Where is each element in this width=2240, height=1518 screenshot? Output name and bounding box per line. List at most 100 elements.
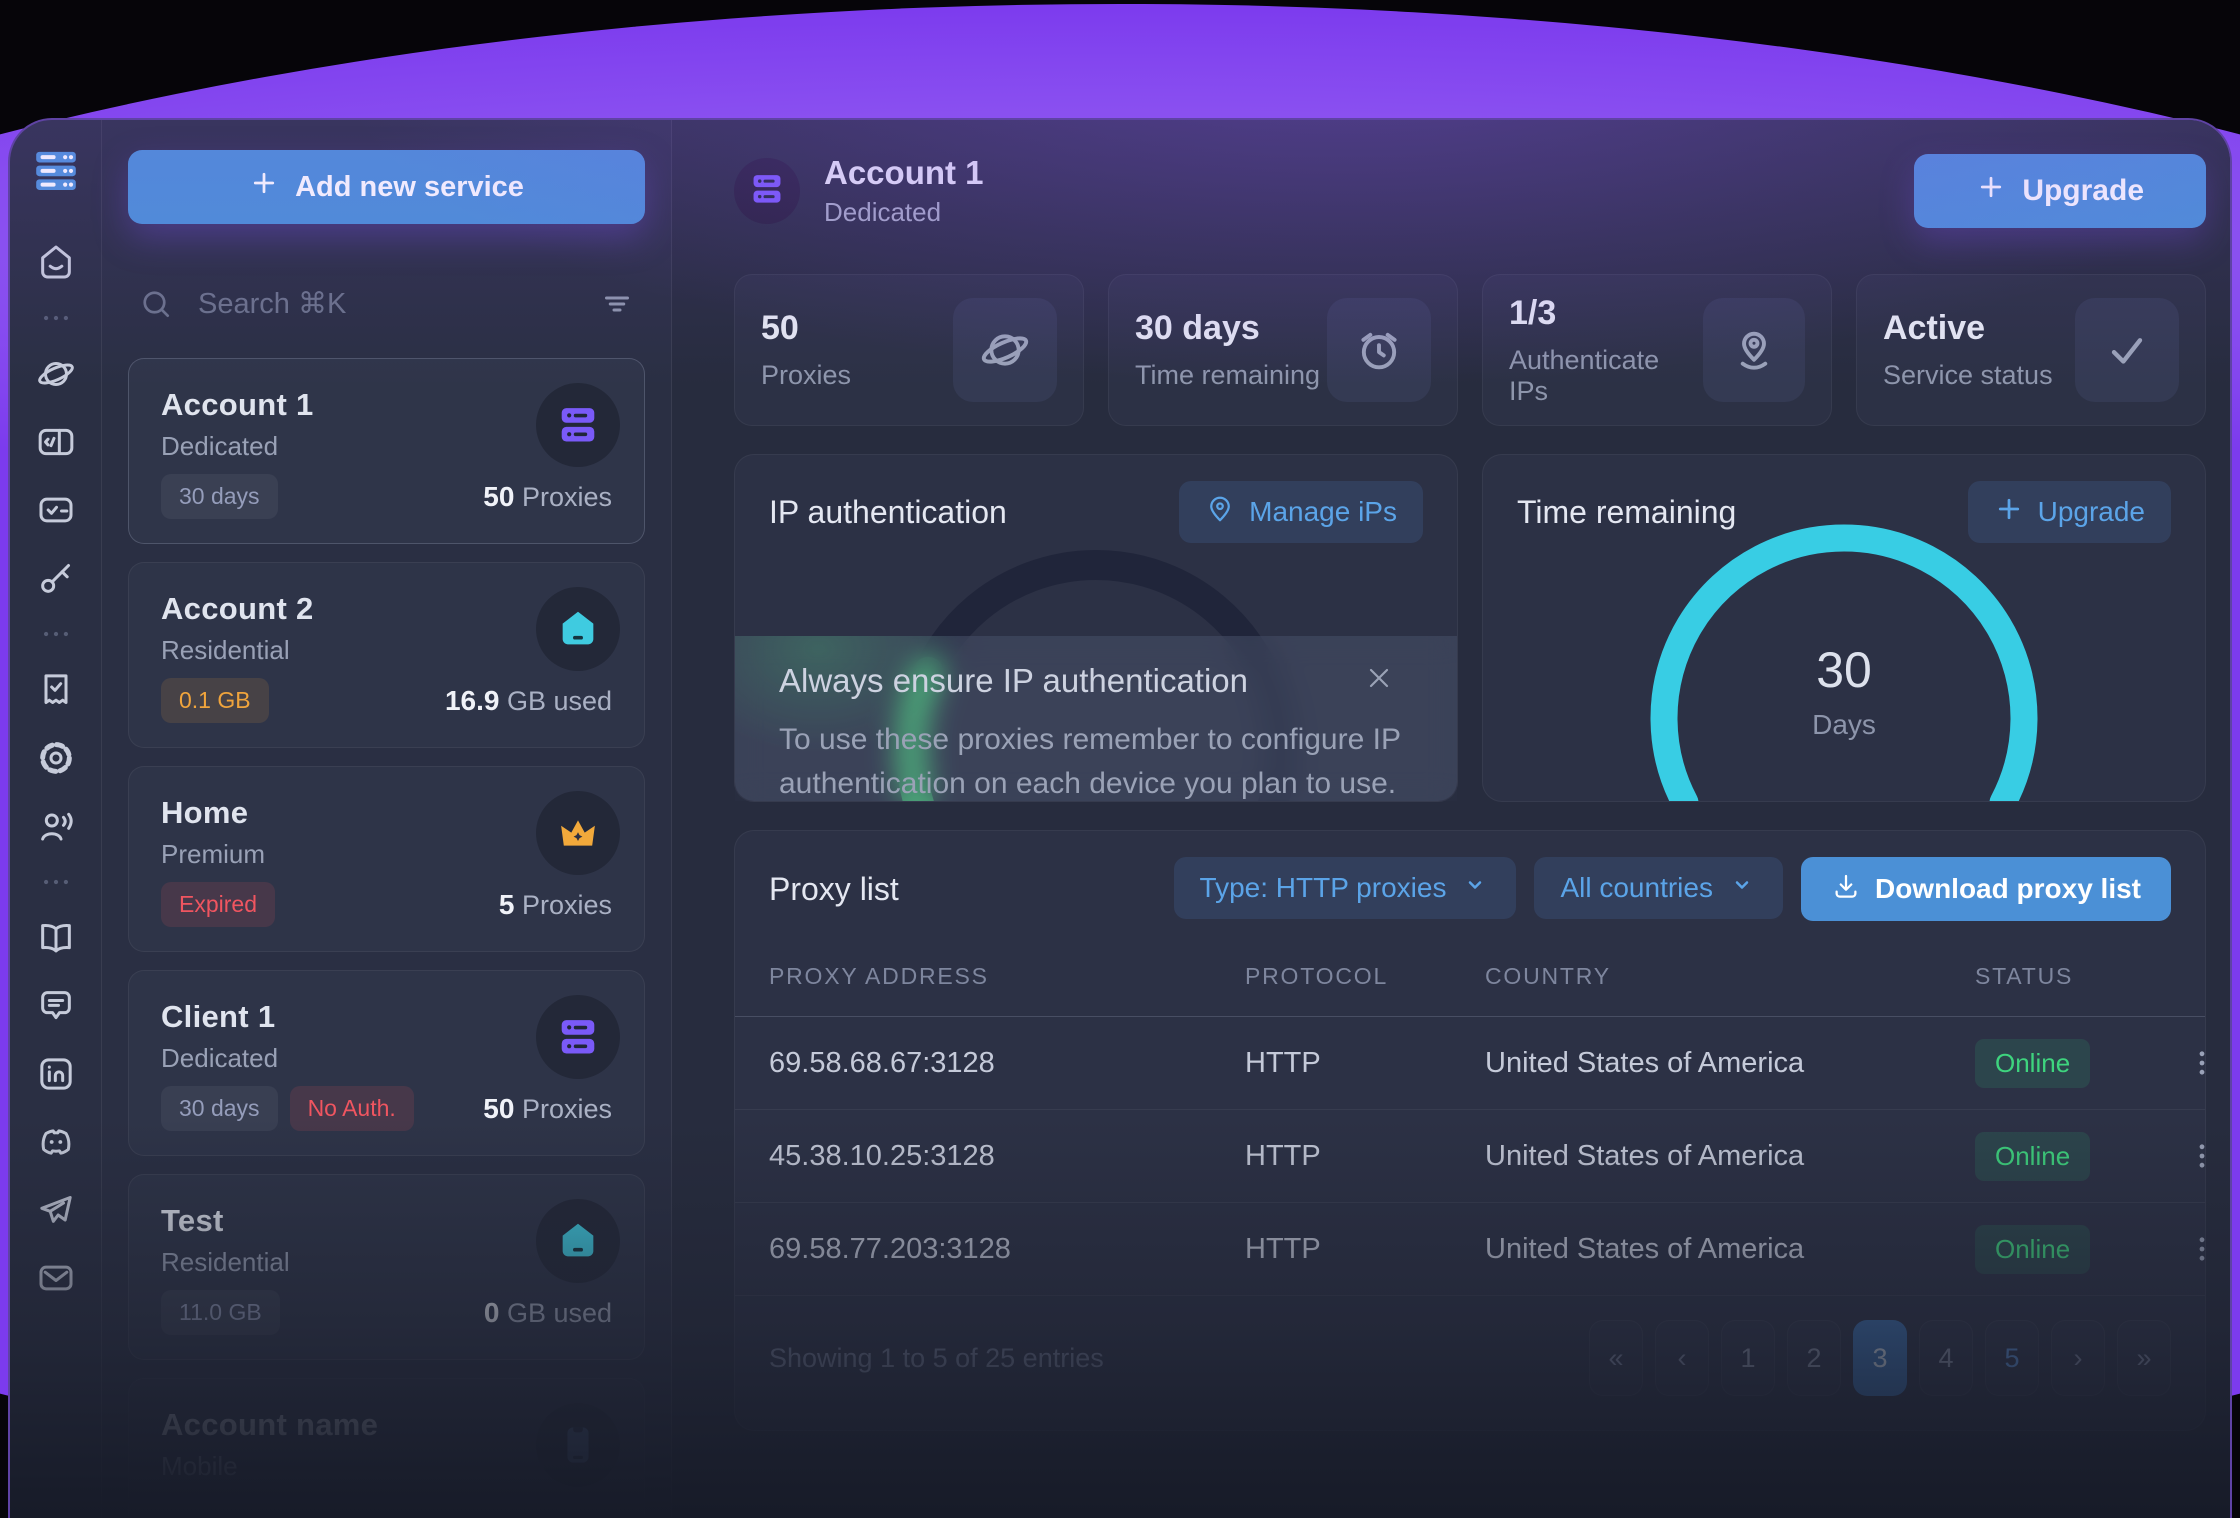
rail-item-settings-gear[interactable] — [33, 738, 79, 780]
service-badge: 0.1 GB — [161, 678, 269, 723]
planet-icon — [36, 354, 76, 397]
service-card[interactable]: Account 2 Residential 0.1 GB16.9 GB used — [128, 562, 645, 748]
pagination-nav-button[interactable]: › — [2051, 1320, 2105, 1396]
servers-purple-icon — [536, 383, 620, 467]
pagination-nav-button[interactable]: « — [1589, 1320, 1643, 1396]
pagination-page-button[interactable]: 3 — [1853, 1320, 1907, 1396]
country-filter-label: All countries — [1560, 872, 1713, 904]
pagination-nav-button[interactable]: » — [2117, 1320, 2171, 1396]
pin-wave-icon — [1703, 298, 1805, 402]
stat-card-service-status: Active Service status — [1856, 274, 2206, 426]
upgrade-small-button[interactable]: Upgrade — [1968, 481, 2171, 543]
time-remaining-card: Time remaining Upgrade 30 Days — [1482, 454, 2206, 802]
app-window: Add new service Account 1 Dedicated 30 d… — [8, 118, 2232, 1518]
service-card[interactable]: Account 1 Dedicated 30 days50 Proxies — [128, 358, 645, 544]
service-badge: 30 days — [161, 1086, 278, 1131]
search-input[interactable] — [198, 288, 575, 321]
house-cyan-icon — [536, 1199, 620, 1283]
manage-ips-button[interactable]: Manage iPs — [1179, 481, 1423, 543]
pagination-nav-button[interactable]: ‹ — [1655, 1320, 1709, 1396]
plus-icon — [1976, 172, 2006, 210]
rail-item-support-voice[interactable] — [33, 806, 79, 848]
upgrade-small-label: Upgrade — [2038, 496, 2145, 528]
download-proxy-list-button[interactable]: Download proxy list — [1801, 857, 2171, 921]
task-check-icon — [36, 490, 76, 533]
download-icon — [1831, 871, 1861, 908]
download-label: Download proxy list — [1875, 873, 2141, 905]
pagination-page-button[interactable]: 1 — [1721, 1320, 1775, 1396]
settings-gear-icon — [36, 738, 76, 781]
rail-item-chat-bubble[interactable] — [33, 986, 79, 1028]
country-cell: United States of America — [1485, 1140, 1975, 1173]
row-menu-button[interactable] — [2185, 1232, 2219, 1266]
service-card[interactable]: Client 1 Dedicated 30 daysNo Auth.50 Pro… — [128, 970, 645, 1156]
add-new-service-button[interactable]: Add new service — [128, 150, 645, 224]
service-search — [128, 286, 645, 322]
upgrade-button[interactable]: Upgrade — [1914, 154, 2206, 228]
crown-orange-icon — [536, 791, 620, 875]
telegram-icon — [36, 1190, 76, 1233]
upgrade-label: Upgrade — [2022, 174, 2144, 208]
home-icon — [36, 242, 76, 285]
discord-icon — [36, 1122, 76, 1165]
protocol-cell: HTTP — [1245, 1047, 1485, 1080]
time-remaining-title: Time remaining — [1517, 494, 1736, 531]
row-menu-button[interactable] — [2185, 1046, 2219, 1080]
table-row: 69.58.77.203:3128 HTTP United States of … — [735, 1203, 2205, 1296]
rail-item-key[interactable] — [33, 558, 79, 600]
linkedin-icon — [36, 1054, 76, 1097]
rail-item-linkedin[interactable] — [33, 1054, 79, 1096]
rail-item-discord[interactable] — [33, 1122, 79, 1164]
receipt-check-icon — [36, 670, 76, 713]
ellipsis-icon — [39, 301, 73, 338]
rail-item-code-panel[interactable] — [33, 422, 79, 464]
service-card[interactable]: Test Residential 11.0 GB0 GB used — [128, 1174, 645, 1360]
rail-item-task-check[interactable] — [33, 490, 79, 532]
stat-card-proxies: 50 Proxies — [734, 274, 1084, 426]
days-remaining-unit: Days — [1483, 709, 2205, 741]
status-badge: Online — [1975, 1225, 2090, 1274]
app-logo[interactable] — [33, 144, 79, 200]
stat-value: 30 days — [1135, 309, 1320, 348]
proxy-address-cell: 45.38.10.25:3128 — [735, 1140, 1245, 1173]
country-cell: United States of America — [1485, 1233, 1975, 1266]
stat-value: 1/3 — [1509, 294, 1703, 333]
country-filter-dropdown[interactable]: All countries — [1534, 857, 1783, 919]
row-menu-button[interactable] — [2185, 1139, 2219, 1173]
email-icon — [36, 1258, 76, 1301]
stat-value: 50 — [761, 309, 851, 348]
type-filter-dropdown[interactable]: Type: HTTP proxies — [1174, 857, 1517, 919]
account-meta: Account 1 Dedicated — [824, 154, 984, 228]
account-avatar — [734, 158, 800, 224]
close-notice-button[interactable] — [1363, 662, 1395, 697]
rail-item-telegram[interactable] — [33, 1190, 79, 1232]
table-body: 69.58.68.67:3128 HTTP United States of A… — [735, 1017, 2205, 1296]
rail-item-home[interactable] — [33, 242, 79, 284]
rail-item-docs-book[interactable] — [33, 918, 79, 960]
notice-body: To use these proxies remember to configu… — [779, 718, 1413, 802]
docs-book-icon — [36, 918, 76, 961]
rail-item-planet[interactable] — [33, 354, 79, 396]
table-footer: Showing 1 to 5 of 25 entries «‹12345›» — [735, 1296, 2205, 1424]
service-card[interactable]: Account name Mobile — [128, 1378, 645, 1518]
pagination-page-button[interactable]: 2 — [1787, 1320, 1841, 1396]
days-remaining-value: 30 — [1483, 641, 2205, 699]
service-card[interactable]: Home Premium Expired5 Proxies — [128, 766, 645, 952]
pagination-page-button[interactable]: 4 — [1919, 1320, 1973, 1396]
filter-button[interactable] — [599, 286, 635, 322]
pagination-page-button[interactable]: 5 — [1985, 1320, 2039, 1396]
main-panel: Account 1 Dedicated Upgrade 50 Proxies 3… — [672, 120, 2230, 1518]
column-header: COUNTRY — [1485, 963, 1975, 990]
gauge-value: 30 Days — [1483, 641, 2205, 741]
checkmark-icon — [2075, 298, 2179, 402]
table-row: 69.58.68.67:3128 HTTP United States of A… — [735, 1017, 2205, 1110]
rail-item-receipt-check[interactable] — [33, 670, 79, 712]
ip-authentication-title: IP authentication — [769, 494, 1007, 531]
support-voice-icon — [36, 806, 76, 849]
services-sidebar: Add new service Account 1 Dedicated 30 d… — [102, 120, 672, 1518]
house-cyan-icon — [536, 587, 620, 671]
column-header: PROTOCOL — [1245, 963, 1485, 990]
rail-item-email[interactable] — [33, 1258, 79, 1300]
stat-label: Proxies — [761, 360, 851, 391]
service-metric: 50 Proxies — [483, 1093, 612, 1125]
